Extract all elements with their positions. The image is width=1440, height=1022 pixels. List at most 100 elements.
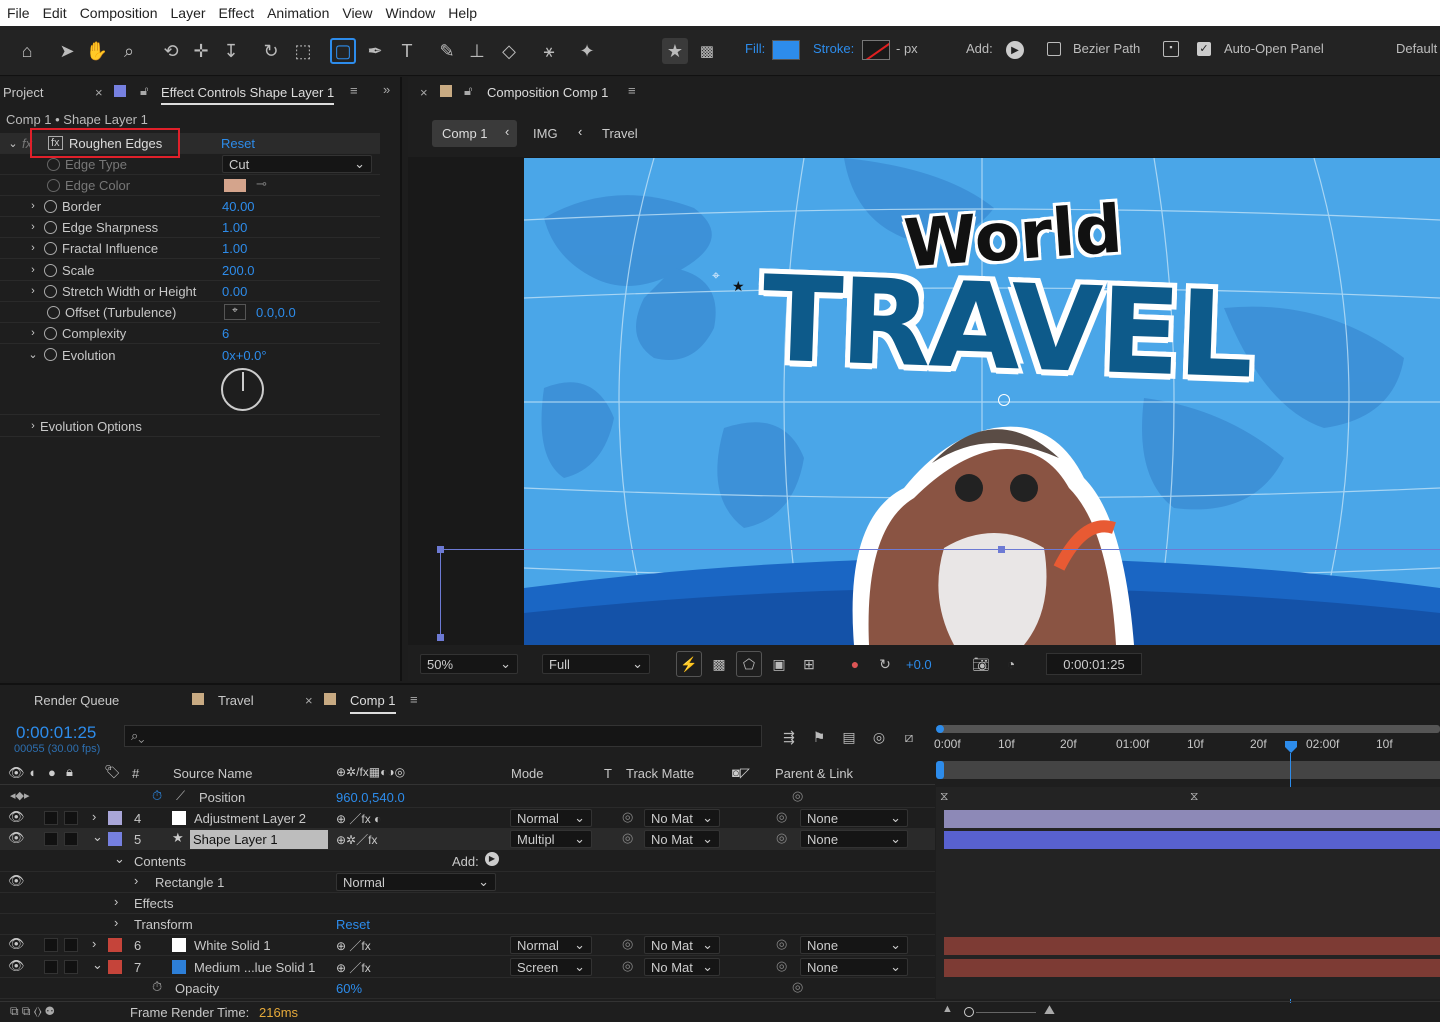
row-transform[interactable]: › Transform Reset — [0, 914, 935, 935]
grid-icon[interactable]: ⊞ — [796, 651, 822, 677]
menu-edit[interactable]: Edit — [36, 5, 73, 21]
path-vertex[interactable] — [437, 546, 444, 553]
layer-name[interactable]: White Solid 1 — [194, 938, 271, 953]
eye-icon[interactable]: 👁︎ — [8, 830, 25, 846]
layer-bar-shape[interactable] — [944, 831, 1440, 849]
pen-tool-icon[interactable]: ✒ — [362, 38, 388, 64]
tab-render-queue[interactable]: Render Queue — [34, 693, 119, 708]
position-value[interactable]: 960.0,540.0 — [336, 790, 405, 805]
work-area-bar[interactable] — [938, 725, 1440, 733]
expression-pickwhip-icon[interactable]: ◎ — [792, 788, 803, 804]
keyframe-marker[interactable]: ⧖ — [1190, 789, 1198, 804]
exposure-value[interactable]: +0.0 — [906, 657, 932, 672]
timeline-timecode[interactable]: 0:00:01:25 — [16, 723, 96, 743]
position-handle[interactable] — [998, 394, 1010, 406]
panel-menu-icon[interactable]: ≡ — [410, 692, 418, 707]
keyframe-nav-icon[interactable]: ◂◆▸ — [10, 789, 30, 802]
stretch-value[interactable]: 0.00 — [222, 284, 247, 299]
lock-header-icon[interactable]: 🔒︎ — [66, 764, 73, 780]
lock-icon[interactable]: 🔓︎ — [140, 83, 148, 99]
layer-row[interactable]: 👁︎ › 6 White Solid 1 ⊕ ／fx Normal ⌄ ◎ No … — [0, 935, 935, 956]
layer-row[interactable]: 👁︎ ⌄ 7 Medium ...lue Solid 1 ⊕ ／fx Scree… — [0, 957, 935, 978]
offset-value[interactable]: 0.0,0.0 — [256, 305, 296, 320]
effect-header-row[interactable]: ⌄ fx fx Roughen Edges Reset — [0, 128, 380, 158]
prop-evolution-options[interactable]: › Evolution Options — [0, 416, 380, 437]
border-value[interactable]: 40.00 — [222, 199, 255, 214]
keyframe-marker[interactable]: ⧖ — [940, 789, 948, 804]
zoom-slider-track[interactable] — [976, 1012, 1036, 1013]
graph-icon[interactable]: ⟋ — [176, 788, 185, 804]
visibility-header-icon[interactable]: 👁︎ — [8, 765, 25, 781]
in-point-marker[interactable] — [936, 761, 944, 779]
fractal-influence-value[interactable]: 1.00 — [222, 241, 247, 256]
roto-brush-icon[interactable]: ⚹ — [536, 38, 562, 64]
track-matte-dropdown[interactable]: No Mat ⌄ — [644, 958, 720, 976]
fill-swatch[interactable] — [772, 40, 800, 60]
frame-blending-icon[interactable]: ▤ — [836, 724, 862, 750]
menu-animation[interactable]: Animation — [260, 5, 335, 21]
zoom-out-icon[interactable]: ▲ — [942, 1003, 953, 1015]
bezier-checkbox[interactable] — [1047, 42, 1061, 56]
transform-reset-link[interactable]: Reset — [336, 917, 370, 932]
crumb-comp1[interactable]: Comp 1 — [442, 126, 488, 141]
stroke-swatch[interactable] — [862, 40, 890, 60]
workspace-default[interactable]: Default — [1396, 41, 1437, 56]
parent-dropdown[interactable]: None ⌄ — [800, 830, 908, 848]
star-shape-icon[interactable]: ★ — [662, 38, 688, 64]
parent-dropdown[interactable]: None ⌄ — [800, 936, 908, 954]
comp-mini-flowchart-icon[interactable]: ⇶ — [776, 724, 802, 750]
label-color[interactable] — [108, 811, 122, 825]
stopwatch-icon[interactable]: ⏱︎ — [152, 979, 162, 995]
transparency-grid-icon[interactable]: ▩ — [706, 651, 732, 677]
track-matte-dropdown[interactable]: No Mat ⌄ — [644, 809, 720, 827]
label-color[interactable] — [108, 960, 122, 974]
menu-view[interactable]: View — [335, 5, 378, 21]
add-play-icon[interactable]: ▶ — [1006, 41, 1024, 59]
channels-icon[interactable]: ● — [842, 651, 868, 677]
mode-dropdown[interactable]: Normal ⌄ — [510, 809, 592, 827]
row-effects[interactable]: › Effects — [0, 893, 935, 914]
edge-color-swatch[interactable] — [224, 179, 246, 192]
anchor-point-icon[interactable]: ⌖ — [712, 267, 720, 284]
menu-composition[interactable]: Composition — [73, 5, 164, 21]
stopwatch-icon[interactable]: ⏱︎ — [152, 788, 162, 804]
tab-travel[interactable]: Travel — [218, 693, 254, 708]
timeline-search-input[interactable]: ⌕⌄ — [124, 725, 762, 747]
tab-composition[interactable]: Composition Comp 1 — [487, 85, 608, 100]
time-ruler[interactable]: 0:00f 10f 20f 01:00f 10f 20f 02:00f 10f — [934, 735, 1440, 761]
eye-icon[interactable]: 👁︎ — [8, 936, 25, 952]
menu-help[interactable]: Help — [441, 5, 483, 21]
evolution-dial[interactable] — [221, 368, 264, 411]
reset-link[interactable]: Reset — [221, 136, 255, 151]
orbit-camera-icon[interactable]: ⟲ — [158, 38, 184, 64]
label-header-icon[interactable]: 🏷︎ — [104, 764, 121, 780]
motion-blur-icon[interactable]: ◎ — [866, 724, 892, 750]
zoom-slider-handle[interactable] — [964, 1007, 974, 1017]
crosshair-icon[interactable]: ⌖ — [224, 304, 246, 320]
layer-bar-blue-solid[interactable] — [944, 959, 1440, 977]
expand-chevron-icon[interactable]: › — [92, 809, 96, 824]
close-icon[interactable]: × — [95, 85, 103, 100]
crumb-img[interactable]: IMG — [533, 126, 558, 141]
track-matte-dropdown[interactable]: No Mat ⌄ — [644, 936, 720, 954]
reset-exposure-icon[interactable]: ↻ — [872, 651, 898, 677]
path-vertex[interactable] — [437, 634, 444, 641]
label-color[interactable] — [108, 832, 122, 846]
eraser-tool-icon[interactable]: ◇ — [496, 38, 522, 64]
opacity-value[interactable]: 60% — [336, 981, 362, 996]
menu-layer[interactable]: Layer — [164, 5, 212, 21]
track-area[interactable]: ⧖ ⧖ — [936, 787, 1440, 999]
row-contents[interactable]: ⌄ Contents Add: ▶ — [0, 851, 935, 872]
menu-window[interactable]: Window — [378, 5, 441, 21]
current-time-display[interactable]: 0:00:01:25 — [1046, 653, 1142, 675]
menu-file[interactable]: File — [0, 5, 36, 21]
eye-icon[interactable]: 👁︎ — [8, 809, 25, 825]
evolution-value[interactable]: 0x+0.0° — [222, 348, 267, 363]
layer-name[interactable]: Medium ...lue Solid 1 — [194, 960, 315, 975]
hand-tool-icon[interactable]: ✋ — [84, 38, 110, 64]
clone-stamp-icon[interactable]: ⊥ — [464, 38, 490, 64]
zoom-tool-icon[interactable]: ⌕ — [116, 38, 142, 64]
puppet-pin-icon[interactable]: ✦ — [574, 38, 600, 64]
stroke-width[interactable]: - px — [896, 41, 918, 56]
mask-visibility-icon[interactable]: ⬠ — [736, 651, 762, 677]
